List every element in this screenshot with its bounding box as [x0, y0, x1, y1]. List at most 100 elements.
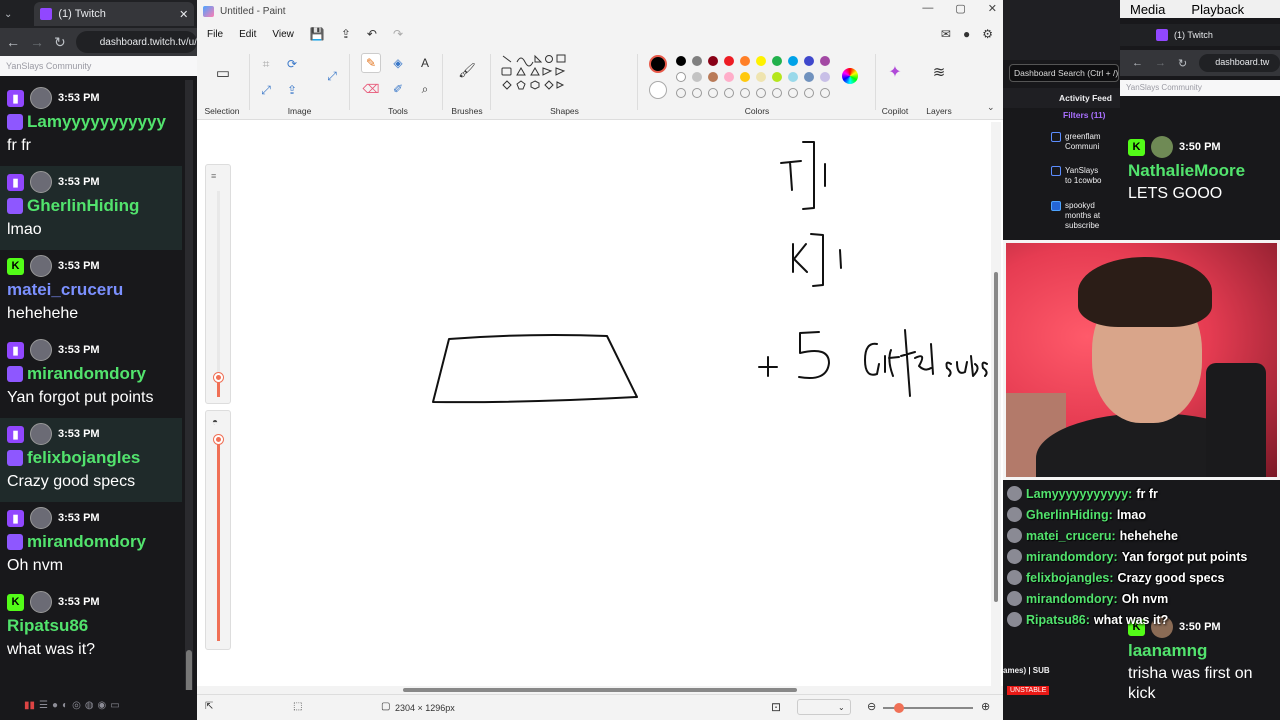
custom-color-slot[interactable]: [692, 88, 702, 98]
zoom-slider-thumb[interactable]: [894, 703, 904, 713]
maximize-icon[interactable]: ▢: [955, 2, 965, 15]
feed-item[interactable]: greenflam Communi: [1051, 132, 1101, 152]
taskbar-app-icon[interactable]: ☰: [39, 700, 48, 711]
palette-swatch[interactable]: [740, 72, 750, 82]
minimize-icon[interactable]: —: [922, 2, 933, 15]
primary-color[interactable]: [649, 55, 667, 73]
chat-username[interactable]: GherlinHiding: [27, 196, 139, 216]
palette-swatch[interactable]: [724, 56, 734, 66]
zoom-dropdown[interactable]: ⌄: [797, 699, 851, 715]
taskbar-app-icon[interactable]: ◉: [98, 700, 107, 711]
custom-color-slot[interactable]: [772, 88, 782, 98]
copilot-icon[interactable]: ✦: [885, 62, 905, 82]
zoom-out-icon[interactable]: ⊖: [867, 700, 876, 713]
fill-icon[interactable]: ◈: [388, 53, 408, 73]
brush-size-thumb[interactable]: [214, 373, 223, 382]
palette-swatch[interactable]: [772, 56, 782, 66]
menu-view[interactable]: View: [272, 29, 294, 40]
shapes-gallery[interactable]: [501, 54, 571, 100]
menu-media[interactable]: Media: [1130, 2, 1165, 17]
url-field[interactable]: dashboard.twitch.tv/u/: [75, 31, 197, 53]
undo-icon[interactable]: ↶: [367, 27, 377, 41]
palette-swatch[interactable]: [820, 56, 830, 66]
palette-swatch[interactable]: [724, 72, 734, 82]
back-icon[interactable]: ←: [6, 34, 20, 50]
vscroll-thumb[interactable]: [994, 272, 998, 602]
layers-icon[interactable]: ≋: [929, 62, 949, 82]
zoom-in-icon[interactable]: ⊕: [981, 700, 990, 713]
opacity-thumb[interactable]: [214, 435, 223, 444]
ribbon-expand-icon[interactable]: ⌄: [987, 102, 995, 113]
feed-item[interactable]: spookyd months at subscribe: [1051, 201, 1100, 231]
taskbar-app-icon[interactable]: ◐: [62, 700, 68, 711]
chat-scrollbar[interactable]: [185, 80, 193, 720]
taskbar-app-icon[interactable]: ▭: [110, 700, 119, 711]
feedback-icon[interactable]: ✉: [941, 27, 951, 41]
share-icon[interactable]: ⇪: [341, 27, 351, 41]
palette-swatch[interactable]: [756, 72, 766, 82]
custom-color-slot[interactable]: [820, 88, 830, 98]
chat-username[interactable]: mirandomdory: [27, 364, 146, 384]
taskbar-app-icon[interactable]: ◍: [85, 700, 94, 711]
custom-color-slot[interactable]: [708, 88, 718, 98]
save-icon[interactable]: 💾: [310, 27, 325, 41]
palette-swatch[interactable]: [740, 56, 750, 66]
palette-swatch[interactable]: [788, 56, 798, 66]
reload-icon[interactable]: ↻: [54, 34, 66, 51]
reload-icon[interactable]: ↻: [1178, 57, 1187, 70]
secondary-color[interactable]: [649, 81, 667, 99]
custom-color-slot[interactable]: [724, 88, 734, 98]
chat-username[interactable]: matei_cruceru: [7, 280, 123, 300]
brush-size-track[interactable]: [217, 191, 220, 397]
taskbar-app-icon[interactable]: ◎: [72, 700, 81, 711]
chat-username[interactable]: NathalieMoore: [1128, 161, 1245, 181]
color-picker-icon[interactable]: ✐: [388, 79, 408, 99]
canvas-vertical-scrollbar[interactable]: [991, 122, 1001, 688]
activity-filters[interactable]: Filters (11): [1063, 110, 1106, 120]
close-icon[interactable]: ✕: [988, 2, 997, 15]
profile-icon[interactable]: ●: [963, 27, 970, 41]
hscroll-thumb[interactable]: [403, 688, 797, 692]
palette-swatch[interactable]: [820, 72, 830, 82]
chat-username[interactable]: Lamyyyyyyyyyyy: [27, 112, 166, 132]
palette-swatch[interactable]: [788, 72, 798, 82]
forward-icon[interactable]: →: [1155, 57, 1166, 69]
browser-tab[interactable]: (1) Twitch: [1120, 24, 1280, 46]
palette-swatch[interactable]: [804, 56, 814, 66]
palette-swatch[interactable]: [708, 56, 718, 66]
palette-swatch[interactable]: [676, 56, 686, 66]
palette-swatch[interactable]: [804, 72, 814, 82]
fit-to-window-icon[interactable]: ⊡: [771, 700, 781, 714]
palette-swatch[interactable]: [676, 72, 686, 82]
flip-icon[interactable]: ⇪: [282, 80, 302, 100]
custom-color-slot[interactable]: [804, 88, 814, 98]
dashboard-search-input[interactable]: Dashboard Search (Ctrl + /): [1009, 64, 1119, 82]
brush-icon[interactable]: 🖌: [457, 60, 477, 80]
feed-item[interactable]: YanSlays to 1cowbo: [1051, 166, 1101, 186]
close-tab-icon[interactable]: ✕: [179, 8, 188, 21]
custom-color-slot[interactable]: [756, 88, 766, 98]
drawing-canvas[interactable]: [197, 120, 1003, 686]
image-remove-background-icon[interactable]: ⤢: [322, 66, 342, 86]
magnifier-icon[interactable]: ⌕: [415, 79, 435, 99]
menu-file[interactable]: File: [207, 29, 223, 40]
palette-swatch[interactable]: [756, 56, 766, 66]
chat-username[interactable]: laanamng: [1128, 641, 1278, 661]
custom-color-slot[interactable]: [788, 88, 798, 98]
eraser-icon[interactable]: ⌫: [361, 79, 381, 99]
tab-list-icon[interactable]: ⌄: [4, 9, 12, 20]
palette-swatch[interactable]: [772, 72, 782, 82]
custom-color-slot[interactable]: [676, 88, 686, 98]
edit-colors-icon[interactable]: [842, 68, 858, 84]
crop-icon[interactable]: ⌗: [256, 54, 276, 74]
menu-playback[interactable]: Playback: [1191, 2, 1244, 17]
url-field[interactable]: dashboard.tw: [1199, 54, 1280, 72]
back-icon[interactable]: ←: [1132, 57, 1143, 69]
chat-username[interactable]: felixbojangles: [27, 448, 140, 468]
canvas-horizontal-scrollbar[interactable]: [197, 686, 997, 694]
settings-icon[interactable]: ⚙: [982, 27, 993, 41]
forward-icon[interactable]: →: [30, 34, 44, 50]
redo-icon[interactable]: ↷: [393, 27, 403, 41]
text-icon[interactable]: A: [415, 53, 435, 73]
chat-username[interactable]: Ripatsu86: [7, 616, 88, 636]
